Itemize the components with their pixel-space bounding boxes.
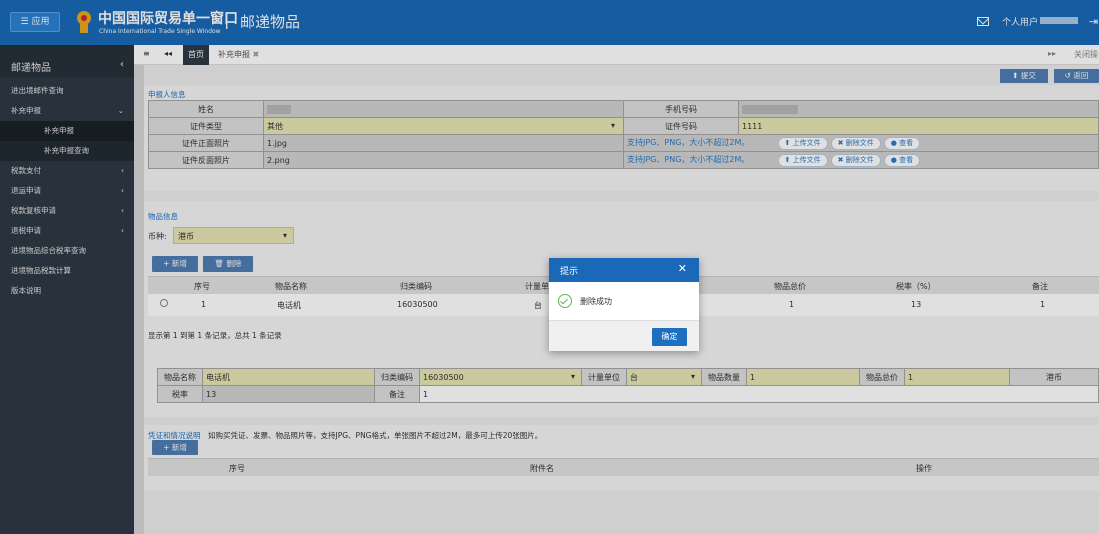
dialog-header: 提示 ✕ bbox=[549, 258, 699, 282]
dialog-title: 提示 bbox=[560, 267, 579, 277]
confirm-button[interactable]: 确定 bbox=[652, 328, 687, 346]
dialog-message: 删除成功 bbox=[580, 297, 612, 306]
success-check-icon bbox=[558, 294, 572, 308]
dialog-footer: 确定 bbox=[549, 320, 699, 351]
dialog-body: 删除成功 bbox=[549, 282, 699, 320]
alert-dialog: 提示 ✕ 删除成功 确定 bbox=[549, 258, 699, 351]
close-icon[interactable]: ✕ bbox=[678, 262, 687, 275]
